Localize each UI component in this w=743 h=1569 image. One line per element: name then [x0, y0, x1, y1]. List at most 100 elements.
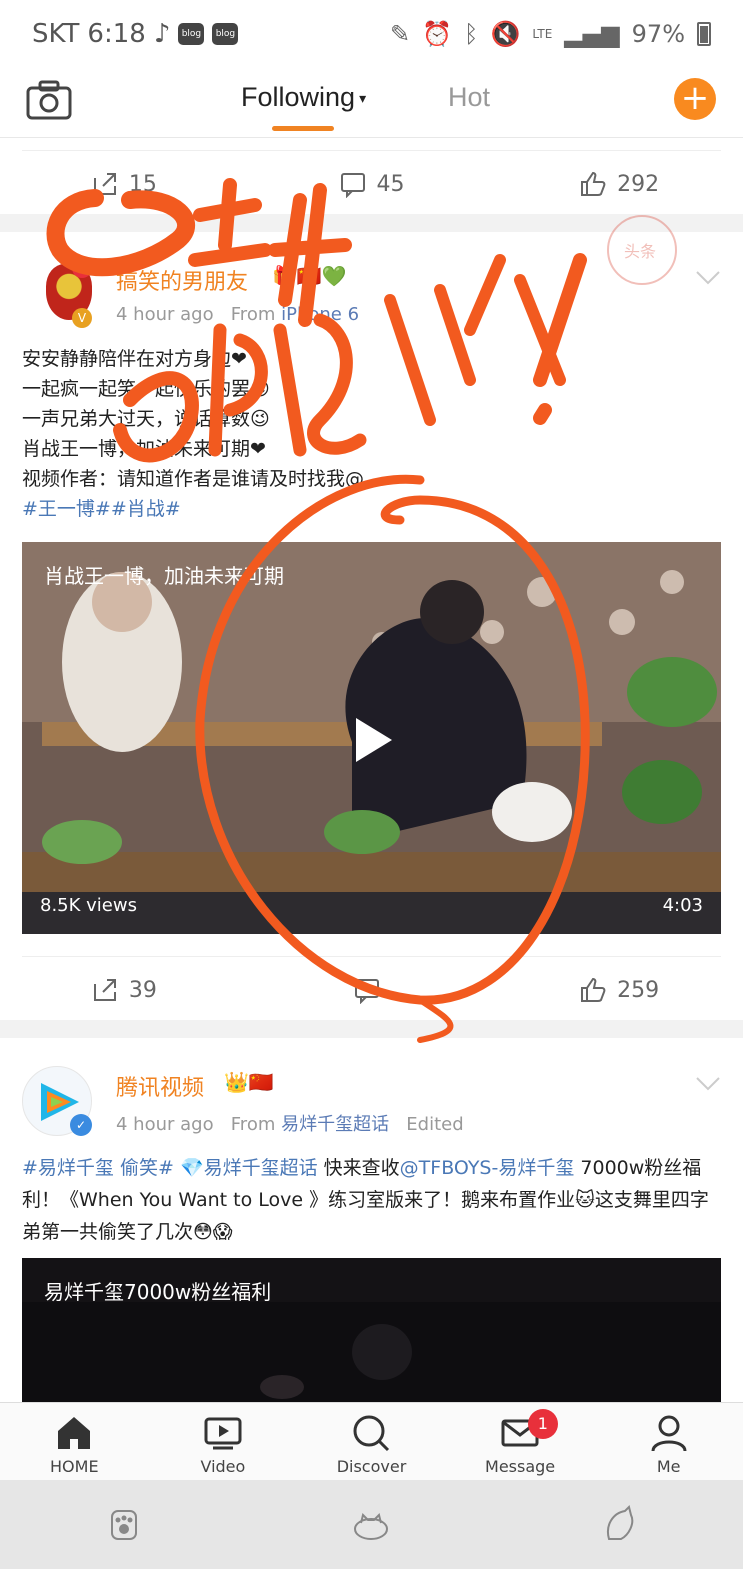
tab-me-label: Me	[656, 1457, 681, 1476]
source-prefix: From	[230, 1114, 276, 1135]
share-icon	[93, 979, 116, 1001]
tab-video-label: Video	[200, 1457, 246, 1476]
share-count: 39	[128, 977, 157, 1003]
tab-video[interactable]: Video	[149, 1403, 298, 1480]
post-card: ✓ 腾讯视频 👑🇨🇳 4 hour ago From 易烊千玺超话 Edited…	[0, 1038, 743, 1402]
share-count: 15	[128, 171, 157, 197]
bluetooth-icon: ᛒ	[464, 20, 479, 48]
mention-link[interactable]: @TFBOYS-易烊千玺	[400, 1157, 575, 1179]
source-prefix: From	[230, 304, 276, 325]
emoji-badges: 👑🇨🇳	[224, 1070, 274, 1094]
post-body: #易烊千玺 偷笑# 💎易烊千玺超话 快来查收@TFBOYS-易烊千玺 7000w…	[22, 1152, 722, 1248]
hashtag-link[interactable]: #易烊千玺 偷笑#	[22, 1157, 174, 1179]
video-player[interactable]: 肖战王一博，加油未来可期 8.5K views 4:03	[22, 542, 721, 934]
blog-notification-icon: blog	[212, 23, 239, 45]
post-text-part: 快来查收	[317, 1157, 400, 1179]
avatar-notification-badge: +1	[72, 258, 92, 278]
network-label: LTE	[532, 27, 553, 41]
status-time: 6:18	[87, 19, 146, 49]
comment-icon	[340, 173, 365, 198]
like-count: 292	[617, 171, 660, 197]
cat-home-icon[interactable]	[351, 1505, 391, 1545]
prev-post-actions: 15 45 292	[0, 154, 743, 214]
comment-button[interactable]	[248, 960, 496, 1020]
post-username[interactable]: 腾讯视频	[116, 1070, 204, 1102]
video-title: 肖战王一博，加油未来可期	[44, 564, 284, 588]
video-player[interactable]: 易烊千玺7000w粉丝福利	[22, 1258, 721, 1402]
post-source[interactable]: 易烊千玺超话	[281, 1114, 389, 1135]
edited-label: Edited	[406, 1114, 464, 1135]
share-button[interactable]: 39	[0, 960, 248, 1020]
compose-plus-button[interactable]: +	[674, 78, 716, 120]
tab-following[interactable]: Following ▾	[241, 82, 366, 113]
video-thumbnail	[22, 1302, 721, 1402]
active-tab-indicator	[272, 126, 334, 131]
divider	[22, 150, 721, 151]
tab-me[interactable]: Me	[594, 1403, 743, 1480]
tab-hot[interactable]: Hot	[448, 82, 490, 113]
status-left: SKT 6:18 ♪ blog blog	[32, 19, 239, 49]
thumbs-up-icon	[581, 171, 606, 196]
top-nav: Following ▾ Hot +	[0, 68, 743, 138]
post-line: 肖战王一博，加油未来可期❤	[22, 438, 266, 460]
post-hashtags[interactable]: #王一博##肖战#	[22, 494, 722, 524]
tab-following-label: Following	[241, 82, 356, 112]
system-nav-bar	[0, 1480, 743, 1569]
post-time: 4 hour ago	[116, 1114, 214, 1135]
battery-percent: 97%	[631, 20, 685, 48]
cat-back-icon[interactable]	[599, 1504, 639, 1545]
verified-icon: V	[72, 308, 92, 328]
alarm-icon: ⏰	[422, 20, 453, 48]
like-button[interactable]: 259	[495, 960, 743, 1020]
tab-home[interactable]: HOME	[0, 1403, 149, 1480]
chevron-down-icon[interactable]	[695, 270, 721, 286]
battery-icon	[697, 22, 711, 46]
post-actions: 39 259	[0, 960, 743, 1020]
thumbs-up-icon	[581, 977, 606, 1002]
divider	[22, 956, 721, 957]
status-right: ✎ ⏰ ᛒ 🔇 LTE ▂▄▆ 97%	[390, 20, 711, 48]
like-button[interactable]: 292	[495, 154, 743, 214]
post-line: 一声兄弟大过天，说话算数😉	[22, 408, 270, 430]
emoji-badges: 🎁🇨🇳💚	[272, 264, 347, 288]
share-button[interactable]: 15	[0, 154, 248, 214]
home-icon	[58, 1417, 91, 1449]
music-note-icon: ♪	[153, 19, 171, 49]
comment-icon	[354, 979, 379, 1004]
bottom-tab-bar: HOME Video Discover Message 1 Me	[0, 1402, 743, 1480]
play-icon[interactable]	[352, 714, 396, 766]
camera-icon[interactable]	[26, 80, 72, 120]
video-play-icon	[204, 1417, 242, 1450]
comment-count: 45	[376, 171, 405, 197]
post-body: 安安静静陪伴在对方身边❤ 一起疯一起笑一起快乐的罢😊 一声兄弟大过天，说话算数😉…	[22, 344, 722, 524]
like-count: 259	[617, 977, 660, 1003]
post-meta: 4 hour ago From iPhone 6	[116, 304, 359, 325]
super-topic-icon: 💎	[179, 1157, 204, 1179]
super-topic-link[interactable]: 易烊千玺超话	[204, 1157, 318, 1179]
video-title: 易烊千玺7000w粉丝福利	[44, 1280, 272, 1304]
post-line: 一起疯一起笑一起快乐的罢😊	[22, 378, 270, 400]
post-username[interactable]: 搞笑的男朋友	[116, 264, 248, 296]
post-source[interactable]: iPhone 6	[281, 304, 359, 325]
verified-icon: ✓	[70, 1114, 92, 1136]
tab-discover-label: Discover	[336, 1457, 407, 1476]
message-badge: 1	[527, 1409, 558, 1439]
paw-icon[interactable]	[104, 1505, 144, 1545]
search-icon	[353, 1415, 390, 1452]
tab-message-label: Message	[485, 1457, 556, 1476]
post-time: 4 hour ago	[116, 304, 214, 325]
blog-notification-icon: blog	[178, 23, 205, 45]
tab-message[interactable]: Message 1	[446, 1403, 595, 1480]
person-icon	[651, 1415, 687, 1452]
carrier-label: SKT	[32, 19, 80, 49]
video-duration: 4:03	[662, 895, 703, 916]
post-line: 安安静静陪伴在对方身边❤	[22, 348, 247, 370]
post-card: +1 V 搞笑的男朋友 🎁🇨🇳💚 4 hour ago From iPhone …	[0, 232, 743, 1020]
chevron-down-icon[interactable]	[695, 1076, 721, 1092]
video-views: 8.5K views	[40, 895, 137, 916]
tab-discover[interactable]: Discover	[297, 1403, 446, 1480]
caret-down-icon: ▾	[359, 90, 367, 107]
comment-button[interactable]: 45	[248, 154, 496, 214]
pen-icon: ✎	[390, 20, 411, 48]
status-bar: SKT 6:18 ♪ blog blog ✎ ⏰ ᛒ 🔇 LTE ▂▄▆ 97%	[0, 0, 743, 68]
